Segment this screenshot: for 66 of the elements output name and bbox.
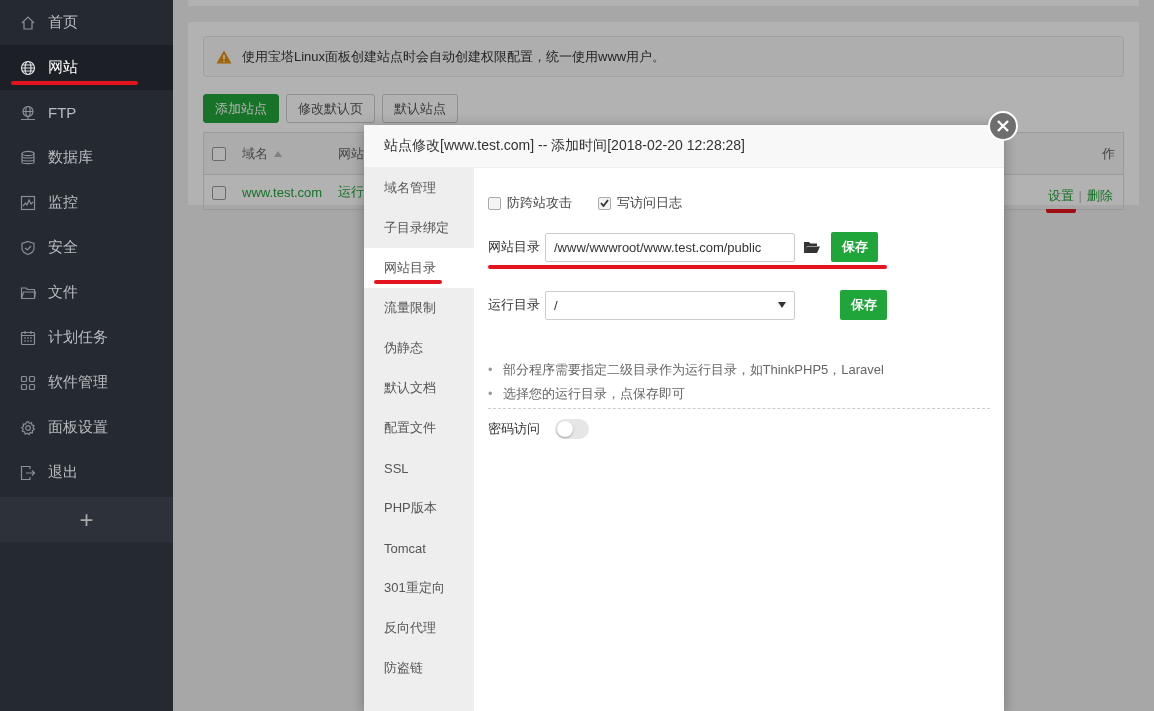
sidebar-item[interactable]: 软件管理 bbox=[0, 360, 173, 405]
sidebar-item[interactable]: FTP bbox=[0, 90, 173, 135]
sidebar-item[interactable]: 计划任务 bbox=[0, 315, 173, 360]
checkbox[interactable] bbox=[598, 196, 611, 210]
warning-icon bbox=[216, 49, 232, 64]
dialog-tab[interactable]: 301重定向 bbox=[364, 568, 474, 608]
field-label: 密码访问 bbox=[488, 420, 540, 438]
sidebar-item[interactable]: 监控 bbox=[0, 180, 173, 225]
dialog-tab[interactable]: 防盗链 bbox=[364, 648, 474, 688]
chart-icon bbox=[20, 194, 36, 211]
home-icon bbox=[20, 14, 36, 31]
field-label: 运行目录 bbox=[488, 296, 541, 314]
dialog-tab[interactable]: SSL bbox=[364, 448, 474, 488]
tip-text: 选择您的运行目录，点保存即可 bbox=[502, 385, 685, 403]
add-button[interactable]: + bbox=[0, 497, 173, 542]
checkbox[interactable] bbox=[212, 147, 226, 162]
sidebar-item[interactable]: 退出 bbox=[0, 450, 173, 495]
toggle-switch[interactable] bbox=[555, 419, 589, 439]
tip-text: 部分程序需要指定二级目录作为运行目录，如ThinkPHP5，Laravel bbox=[502, 361, 884, 379]
dialog-tab[interactable]: 子目录绑定 bbox=[364, 208, 474, 248]
field-label: 网站目录 bbox=[488, 238, 541, 256]
sidebar-item[interactable]: 文件 bbox=[0, 270, 173, 315]
globe-icon bbox=[20, 59, 36, 76]
toolbar-button[interactable]: 默认站点 bbox=[382, 94, 458, 123]
dialog-tab[interactable]: 反向代理 bbox=[364, 608, 474, 648]
dialog-tab[interactable]: Tomcat bbox=[364, 528, 474, 568]
sidebar-item[interactable]: 安全 bbox=[0, 225, 173, 270]
dropdown-caret-icon bbox=[778, 302, 786, 308]
dialog-tab[interactable]: 伪静态 bbox=[364, 328, 474, 368]
database-icon bbox=[20, 149, 36, 166]
dialog-tab[interactable]: 默认文档 bbox=[364, 368, 474, 408]
bullet-mark: • bbox=[488, 385, 493, 403]
grid-icon bbox=[20, 374, 36, 391]
folder-icon bbox=[803, 240, 821, 254]
column-header[interactable]: 作 bbox=[1102, 145, 1115, 161]
separator-text: | bbox=[1078, 188, 1082, 203]
checkbox-label: 防跨站攻击 bbox=[507, 194, 572, 212]
dialog-tab[interactable]: 配置文件 bbox=[364, 408, 474, 448]
dialog-tab[interactable]: 流量限制 bbox=[364, 288, 474, 328]
checkbox[interactable] bbox=[212, 185, 226, 200]
dialog-title: 站点修改[www.test.com] -- 添加时间[2018-02-20 12:28:28] bbox=[364, 125, 1004, 168]
column-header[interactable]: 网站 bbox=[338, 145, 365, 161]
check-icon bbox=[600, 199, 609, 207]
directory-field[interactable]: /www/wwwroot/www.test.com/public bbox=[545, 232, 795, 262]
sidebar-item[interactable]: 首页 bbox=[0, 0, 173, 45]
notice-text: 使用宝塔Linux面板创建站点时会自动创建权限配置，统一使用www用户。 bbox=[242, 47, 666, 66]
column-header[interactable]: 域名 bbox=[242, 145, 268, 161]
toolbar-button[interactable]: 修改默认页 bbox=[286, 94, 375, 123]
exit-icon bbox=[20, 464, 36, 481]
shield-icon bbox=[20, 239, 36, 256]
dialog-tab[interactable]: 域名管理 bbox=[364, 168, 474, 208]
dialog-tab[interactable]: 网站目录 bbox=[364, 248, 474, 288]
checkbox[interactable] bbox=[488, 196, 501, 210]
sidebar-item[interactable]: 网站 bbox=[0, 45, 173, 90]
settings-icon bbox=[20, 419, 36, 436]
sidebar-item[interactable]: 数据库 bbox=[0, 135, 173, 180]
run-directory-select[interactable]: / bbox=[545, 290, 795, 320]
sidebar-item[interactable]: 面板设置 bbox=[0, 405, 173, 450]
folder-icon bbox=[20, 284, 36, 301]
status-text: 运行 bbox=[338, 184, 365, 199]
calendar-icon bbox=[20, 329, 36, 346]
dialog-tab[interactable]: PHP版本 bbox=[364, 488, 474, 528]
close-icon bbox=[997, 120, 1009, 132]
bullet-mark: • bbox=[488, 361, 493, 379]
globe-network-icon bbox=[20, 104, 36, 121]
checkbox-label: 写访问日志 bbox=[617, 194, 682, 212]
